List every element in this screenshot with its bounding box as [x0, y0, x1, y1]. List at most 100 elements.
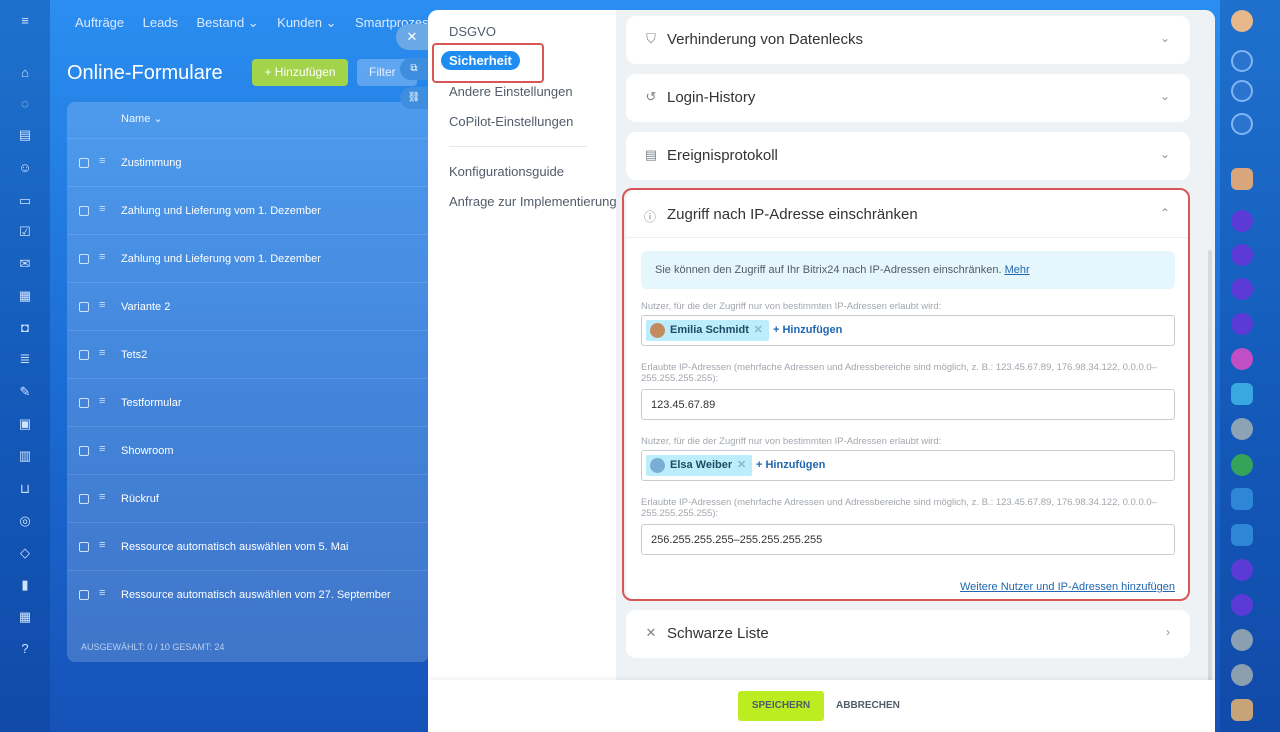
row-name[interactable]: Zustimmung	[121, 157, 182, 169]
notifications-icon[interactable]	[1231, 50, 1253, 72]
copilot-chat-icon[interactable]	[1231, 278, 1253, 300]
mail-icon[interactable]: ✉	[18, 257, 32, 270]
chat-icon[interactable]	[1231, 383, 1253, 405]
section-data-leak[interactable]: ⛉ Verhinderung von Datenlecks ⌄	[626, 16, 1190, 64]
row-checkbox[interactable]	[79, 254, 89, 264]
store-icon[interactable]: ▣	[18, 417, 32, 430]
section-event-log[interactable]: ▤ Ereignisprotokoll ⌄	[626, 132, 1190, 180]
row-name[interactable]: Testformular	[121, 397, 182, 409]
drag-handle-icon[interactable]: ≡	[99, 299, 105, 311]
table-header-name[interactable]: Name ⌄	[121, 112, 163, 125]
drag-handle-icon[interactable]: ≡	[99, 491, 105, 503]
contact-avatar[interactable]	[1231, 168, 1253, 190]
nav-anfrage-implementierung[interactable]: Anfrage zur Implementierung	[449, 194, 617, 209]
checklist-icon[interactable]: ☑	[18, 225, 32, 238]
table-row[interactable]: ≡ Ressource automatisch auswählen vom 5. …	[67, 522, 429, 570]
nav-andere-einstellungen[interactable]: Andere Einstellungen	[449, 84, 573, 99]
group-avatar[interactable]	[1231, 629, 1253, 651]
background-add-button[interactable]: + Hinzufügen	[252, 59, 348, 86]
home-icon[interactable]: ⌂	[18, 66, 32, 79]
inbox-icon[interactable]: ▥	[18, 449, 32, 462]
close-icon[interactable]: ✕	[396, 24, 428, 50]
contact-avatar[interactable]	[1231, 348, 1253, 370]
chat-icon[interactable]: ◘	[18, 321, 32, 334]
row-name[interactable]: Rückruf	[121, 493, 159, 505]
copilot-chat-icon[interactable]	[1231, 594, 1253, 616]
tasks-icon[interactable]: ▤	[18, 128, 32, 141]
chevron-down-icon[interactable]: ⌄	[1160, 147, 1170, 161]
save-button[interactable]: SPEICHERN	[738, 691, 824, 721]
nav-copilot-einstellungen[interactable]: CoPilot-Einstellungen	[449, 114, 573, 129]
feed-icon[interactable]: ◌	[18, 97, 32, 110]
table-row[interactable]: ≡ Showroom	[67, 426, 429, 474]
group-avatar[interactable]	[1231, 664, 1253, 686]
row-name[interactable]: Tets2	[121, 349, 147, 361]
chevron-down-icon[interactable]: ⌄	[1160, 89, 1170, 103]
user-avatar[interactable]	[1231, 10, 1253, 32]
group-avatar[interactable]	[1231, 418, 1253, 440]
copy-link-icon[interactable]: ⛓	[400, 87, 428, 109]
row-checkbox[interactable]	[79, 206, 89, 216]
nav-bestand[interactable]: Bestand ⌄	[196, 15, 258, 30]
row-checkbox[interactable]	[79, 590, 89, 600]
stats-icon[interactable]: ▮	[18, 578, 32, 591]
grid-icon[interactable]: ▦	[18, 610, 32, 623]
nav-auftraege[interactable]: Aufträge	[75, 15, 124, 30]
row-checkbox[interactable]	[79, 302, 89, 312]
section-login-history[interactable]: ↺ Login-History ⌄	[626, 74, 1190, 122]
chevron-right-icon[interactable]: ›	[1166, 625, 1170, 639]
row-checkbox[interactable]	[79, 494, 89, 504]
row-name[interactable]: Showroom	[121, 445, 174, 457]
table-row[interactable]: ≡ Rückruf	[67, 474, 429, 522]
task-icon[interactable]	[1231, 524, 1253, 546]
table-row[interactable]: ≡ Zustimmung	[67, 138, 429, 186]
chat-icon[interactable]	[1231, 559, 1253, 581]
box-icon[interactable]: ◇	[18, 546, 32, 559]
drag-handle-icon[interactable]: ≡	[99, 203, 105, 215]
bot-icon[interactable]: ◎	[18, 514, 32, 527]
row-name[interactable]: Ressource automatisch auswählen vom 5. M…	[121, 541, 348, 553]
row-name[interactable]: Zahlung und Lieferung vom 1. Dezember	[121, 253, 321, 265]
menu-icon[interactable]: ≡	[18, 14, 32, 27]
drag-handle-icon[interactable]: ≡	[99, 347, 105, 359]
nav-leads[interactable]: Leads	[143, 15, 178, 30]
drag-handle-icon[interactable]: ≡	[99, 395, 105, 407]
row-checkbox[interactable]	[79, 398, 89, 408]
nav-konfigurationsguide[interactable]: Konfigurationsguide	[449, 164, 564, 179]
task-icon[interactable]	[1231, 488, 1253, 510]
copilot-icon[interactable]	[1231, 80, 1253, 102]
row-checkbox[interactable]	[79, 542, 89, 552]
drag-handle-icon[interactable]: ≡	[99, 587, 105, 599]
table-row[interactable]: ≡ Zahlung und Lieferung vom 1. Dezember	[67, 234, 429, 282]
contact-avatar[interactable]	[1231, 454, 1253, 476]
calendar-icon[interactable]: ▦	[18, 289, 32, 302]
row-checkbox[interactable]	[79, 158, 89, 168]
open-new-window-icon[interactable]: ⧉	[400, 58, 428, 80]
drag-handle-icon[interactable]: ≡	[99, 539, 105, 551]
contacts-icon[interactable]: ☺	[18, 161, 32, 174]
table-row[interactable]: ≡ Variante 2	[67, 282, 429, 330]
cancel-button[interactable]: ABBRECHEN	[836, 691, 900, 721]
help-icon[interactable]: ?	[18, 642, 32, 655]
copilot-chat-icon[interactable]	[1231, 313, 1253, 335]
scrollbar[interactable]	[1208, 250, 1212, 730]
drag-handle-icon[interactable]: ≡	[99, 251, 105, 263]
cart-icon[interactable]: ⊔	[18, 482, 32, 495]
section-blacklist[interactable]: ✕ Schwarze Liste ›	[626, 610, 1190, 658]
drag-handle-icon[interactable]: ≡	[99, 443, 105, 455]
table-row[interactable]: ≡ Ressource automatisch auswählen vom 27.…	[67, 570, 429, 618]
row-name[interactable]: Variante 2	[121, 301, 170, 313]
sign-icon[interactable]: ✎	[18, 385, 32, 398]
row-name[interactable]: Zahlung und Lieferung vom 1. Dezember	[121, 205, 321, 217]
row-name[interactable]: Ressource automatisch auswählen vom 27. …	[121, 589, 391, 601]
crm-icon[interactable]: ▭	[18, 194, 32, 207]
forms-icon[interactable]: ≣	[18, 352, 32, 365]
chat-icon[interactable]	[1231, 210, 1253, 232]
table-row[interactable]: ≡ Zahlung und Lieferung vom 1. Dezember	[67, 186, 429, 234]
table-row[interactable]: ≡ Testformular	[67, 378, 429, 426]
nav-kunden[interactable]: Kunden ⌄	[277, 15, 336, 30]
chat-icon[interactable]	[1231, 244, 1253, 266]
chevron-down-icon[interactable]: ⌄	[1160, 31, 1170, 45]
table-row[interactable]: ≡ Tets2	[67, 330, 429, 378]
search-icon[interactable]	[1231, 113, 1253, 135]
